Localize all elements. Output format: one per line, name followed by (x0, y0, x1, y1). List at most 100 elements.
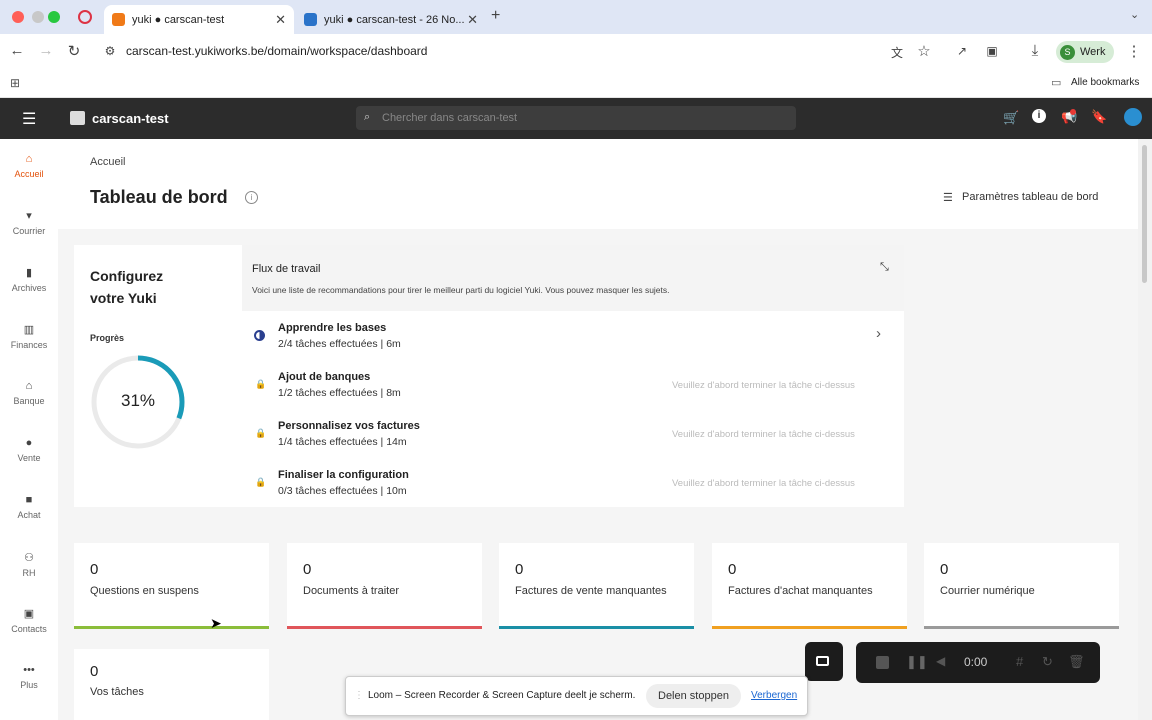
stat-card-questions[interactable]: 0 Questions en suspens (74, 543, 269, 629)
stat-card-purchase-invoices[interactable]: 0 Factures d'achat manquantes (712, 543, 907, 629)
search-input[interactable]: Chercher dans carscan-test (356, 106, 796, 130)
performance-icon[interactable]: ↗ (953, 44, 971, 58)
sidebar-item-achat[interactable]: ■ Achat (0, 494, 58, 520)
setup-title-line2: votre Yuki (90, 290, 157, 306)
sidebar-item-contacts[interactable]: ▣ Contacts (0, 607, 58, 634)
camera-toggle-button[interactable] (805, 642, 843, 681)
task-title: Personnalisez vos factures (278, 420, 420, 432)
tab-search-chevron-icon[interactable]: ⌄ (1130, 8, 1139, 21)
profile-button[interactable]: S Werk (1056, 41, 1114, 63)
yuki-favicon-icon (304, 13, 317, 26)
task-title: Finaliser la configuration (278, 469, 409, 481)
sidebar-item-archives[interactable]: ▮ Archives (0, 266, 58, 293)
list-item[interactable]: 🔒 Personnalisez vos factures 1/4 tâches … (242, 409, 892, 458)
trash-icon[interactable]: 🗑 (1068, 654, 1085, 670)
sidebar-item-accueil[interactable]: ⌂ Accueil (0, 153, 58, 179)
pause-icon[interactable]: ❚❚ (906, 654, 928, 670)
screen-share-bar: ⋮ Loom – Screen Recorder & Screen Captur… (345, 676, 808, 716)
grid-icon[interactable]: # (1016, 654, 1023, 669)
half-circle-icon (254, 330, 265, 341)
settings-sliders-icon: ☰ (943, 192, 953, 204)
stat-color-bar (924, 626, 1119, 629)
stat-color-bar (712, 626, 907, 629)
stat-card-tasks[interactable]: 0 Vos tâches (74, 649, 269, 720)
sidebar-item-plus[interactable]: ••• Plus (0, 664, 58, 690)
maximize-window-icon[interactable] (48, 11, 60, 23)
bookmark-star-icon[interactable]: ☆ (915, 42, 933, 60)
apps-grid-icon[interactable]: ⊞ (10, 76, 20, 90)
extensions-icon[interactable]: ▣ (983, 44, 1001, 58)
workspace-name[interactable]: carscan-test (92, 111, 169, 126)
tab-yuki-dashboard[interactable]: yuki ● carscan-test ✕ (104, 5, 294, 34)
stat-label: Courrier numérique (940, 585, 1035, 597)
sidebar-item-label: Finances (10, 340, 48, 350)
download-icon[interactable]: ⤓ (1026, 42, 1044, 59)
dashboard-settings-button[interactable]: Paramètres tableau de bord (962, 191, 1098, 203)
restart-icon[interactable]: ◀ (936, 654, 945, 668)
scrollbar-thumb[interactable] (1142, 145, 1147, 283)
hamburger-menu-icon[interactable]: ☰ (22, 109, 36, 129)
site-info-icon[interactable]: ⚙ (101, 44, 119, 58)
tab-yuki-2[interactable]: yuki ● carscan-test - 26 No... ✕ (296, 5, 486, 34)
stat-value: 0 (303, 561, 312, 578)
close-tab-icon[interactable]: ✕ (275, 12, 286, 28)
scrollbar[interactable] (1138, 139, 1152, 720)
translate-icon[interactable]: 文 (888, 44, 906, 61)
stat-card-digital-mail[interactable]: 0 Courrier numérique (924, 543, 1119, 629)
recorder-controls: ❚❚ ◀ 0:00 # ↻ 🗑 (856, 642, 1100, 683)
info-icon[interactable]: i (1032, 109, 1046, 123)
forward-icon[interactable]: → (37, 42, 55, 59)
sidebar-item-rh[interactable]: ⚇ RH (0, 551, 58, 578)
stat-value: 0 (940, 561, 949, 578)
sidebar-item-vente[interactable]: ● Vente (0, 437, 58, 463)
stat-color-bar (499, 626, 694, 629)
list-item[interactable]: 🔒 Ajout de banques 1/2 tâches effectuées… (242, 360, 892, 409)
reload-icon[interactable]: ↻ (65, 42, 83, 60)
page-title: Tableau de bord (90, 187, 228, 207)
record-icon[interactable] (78, 10, 92, 24)
bar-chart-icon: ▥ (23, 324, 35, 336)
close-tab-icon[interactable]: ✕ (467, 12, 478, 28)
title-info-icon[interactable]: i (245, 191, 258, 204)
url-field[interactable]: carscan-test.yukiworks.be/domain/workspa… (126, 44, 427, 58)
new-tab-icon[interactable]: + (491, 7, 500, 25)
mouse-cursor-icon: ➤ (210, 615, 222, 631)
browser-menu-icon[interactable]: ⋮ (1125, 42, 1143, 60)
yuki-favicon-icon (112, 13, 125, 26)
task-status: Veuillez d'abord terminer la tâche ci-de… (672, 478, 855, 489)
stop-sharing-button[interactable]: Delen stoppen (646, 684, 741, 708)
stat-card-sales-invoices[interactable]: 0 Factures de vente manquantes (499, 543, 694, 629)
bank-icon: ⌂ (25, 380, 33, 392)
close-window-icon[interactable] (12, 11, 24, 23)
inbox-icon: ▾ (26, 210, 32, 222)
bookmark-icon[interactable]: 🔖 (1091, 109, 1107, 125)
sidebar-item-label: Plus (20, 680, 38, 690)
breadcrumb[interactable]: Accueil (90, 156, 125, 168)
all-bookmarks-link[interactable]: Alle bookmarks (1071, 77, 1139, 88)
collapse-icon[interactable]: ⤡ (880, 261, 889, 274)
share-message: Loom – Screen Recorder & Screen Capture … (368, 690, 636, 701)
browser-address-bar: ← → ↻ ⚙ carscan-test.yukiworks.be/domain… (0, 34, 1152, 68)
cart-icon[interactable]: 🛒 (1003, 110, 1019, 126)
list-item[interactable]: 🔒 Finaliser la configuration 0/3 tâches … (242, 458, 892, 507)
sidebar-item-finances[interactable]: ▥ Finances (0, 323, 58, 350)
list-item[interactable]: Apprendre les bases 2/4 tâches effectuée… (242, 311, 892, 360)
hide-link[interactable]: Verbergen (751, 690, 797, 701)
app-header: ☰ carscan-test Chercher dans carscan-tes… (0, 98, 1152, 139)
sidebar-item-label: Archives (11, 283, 47, 293)
sales-icon: ● (25, 437, 33, 449)
sidebar-item-banque[interactable]: ⌂ Banque (0, 380, 58, 406)
stat-label: Factures d'achat manquantes (728, 585, 873, 597)
search-icon: ⌕ (364, 111, 371, 123)
back-icon[interactable]: ← (8, 42, 26, 59)
sidebar-item-courrier[interactable]: ▾ Courrier (0, 209, 58, 236)
recording-timer: 0:00 (964, 655, 988, 669)
minimize-window-icon[interactable] (32, 11, 44, 23)
stop-icon[interactable] (876, 656, 889, 669)
user-avatar-icon[interactable] (1124, 108, 1142, 126)
avatar: S (1060, 44, 1075, 60)
chevron-right-icon[interactable]: › (876, 325, 881, 342)
redo-icon[interactable]: ↻ (1042, 654, 1053, 670)
drag-handle-icon[interactable]: ⋮ (354, 690, 364, 701)
stat-card-documents[interactable]: 0 Documents à traiter (287, 543, 482, 629)
